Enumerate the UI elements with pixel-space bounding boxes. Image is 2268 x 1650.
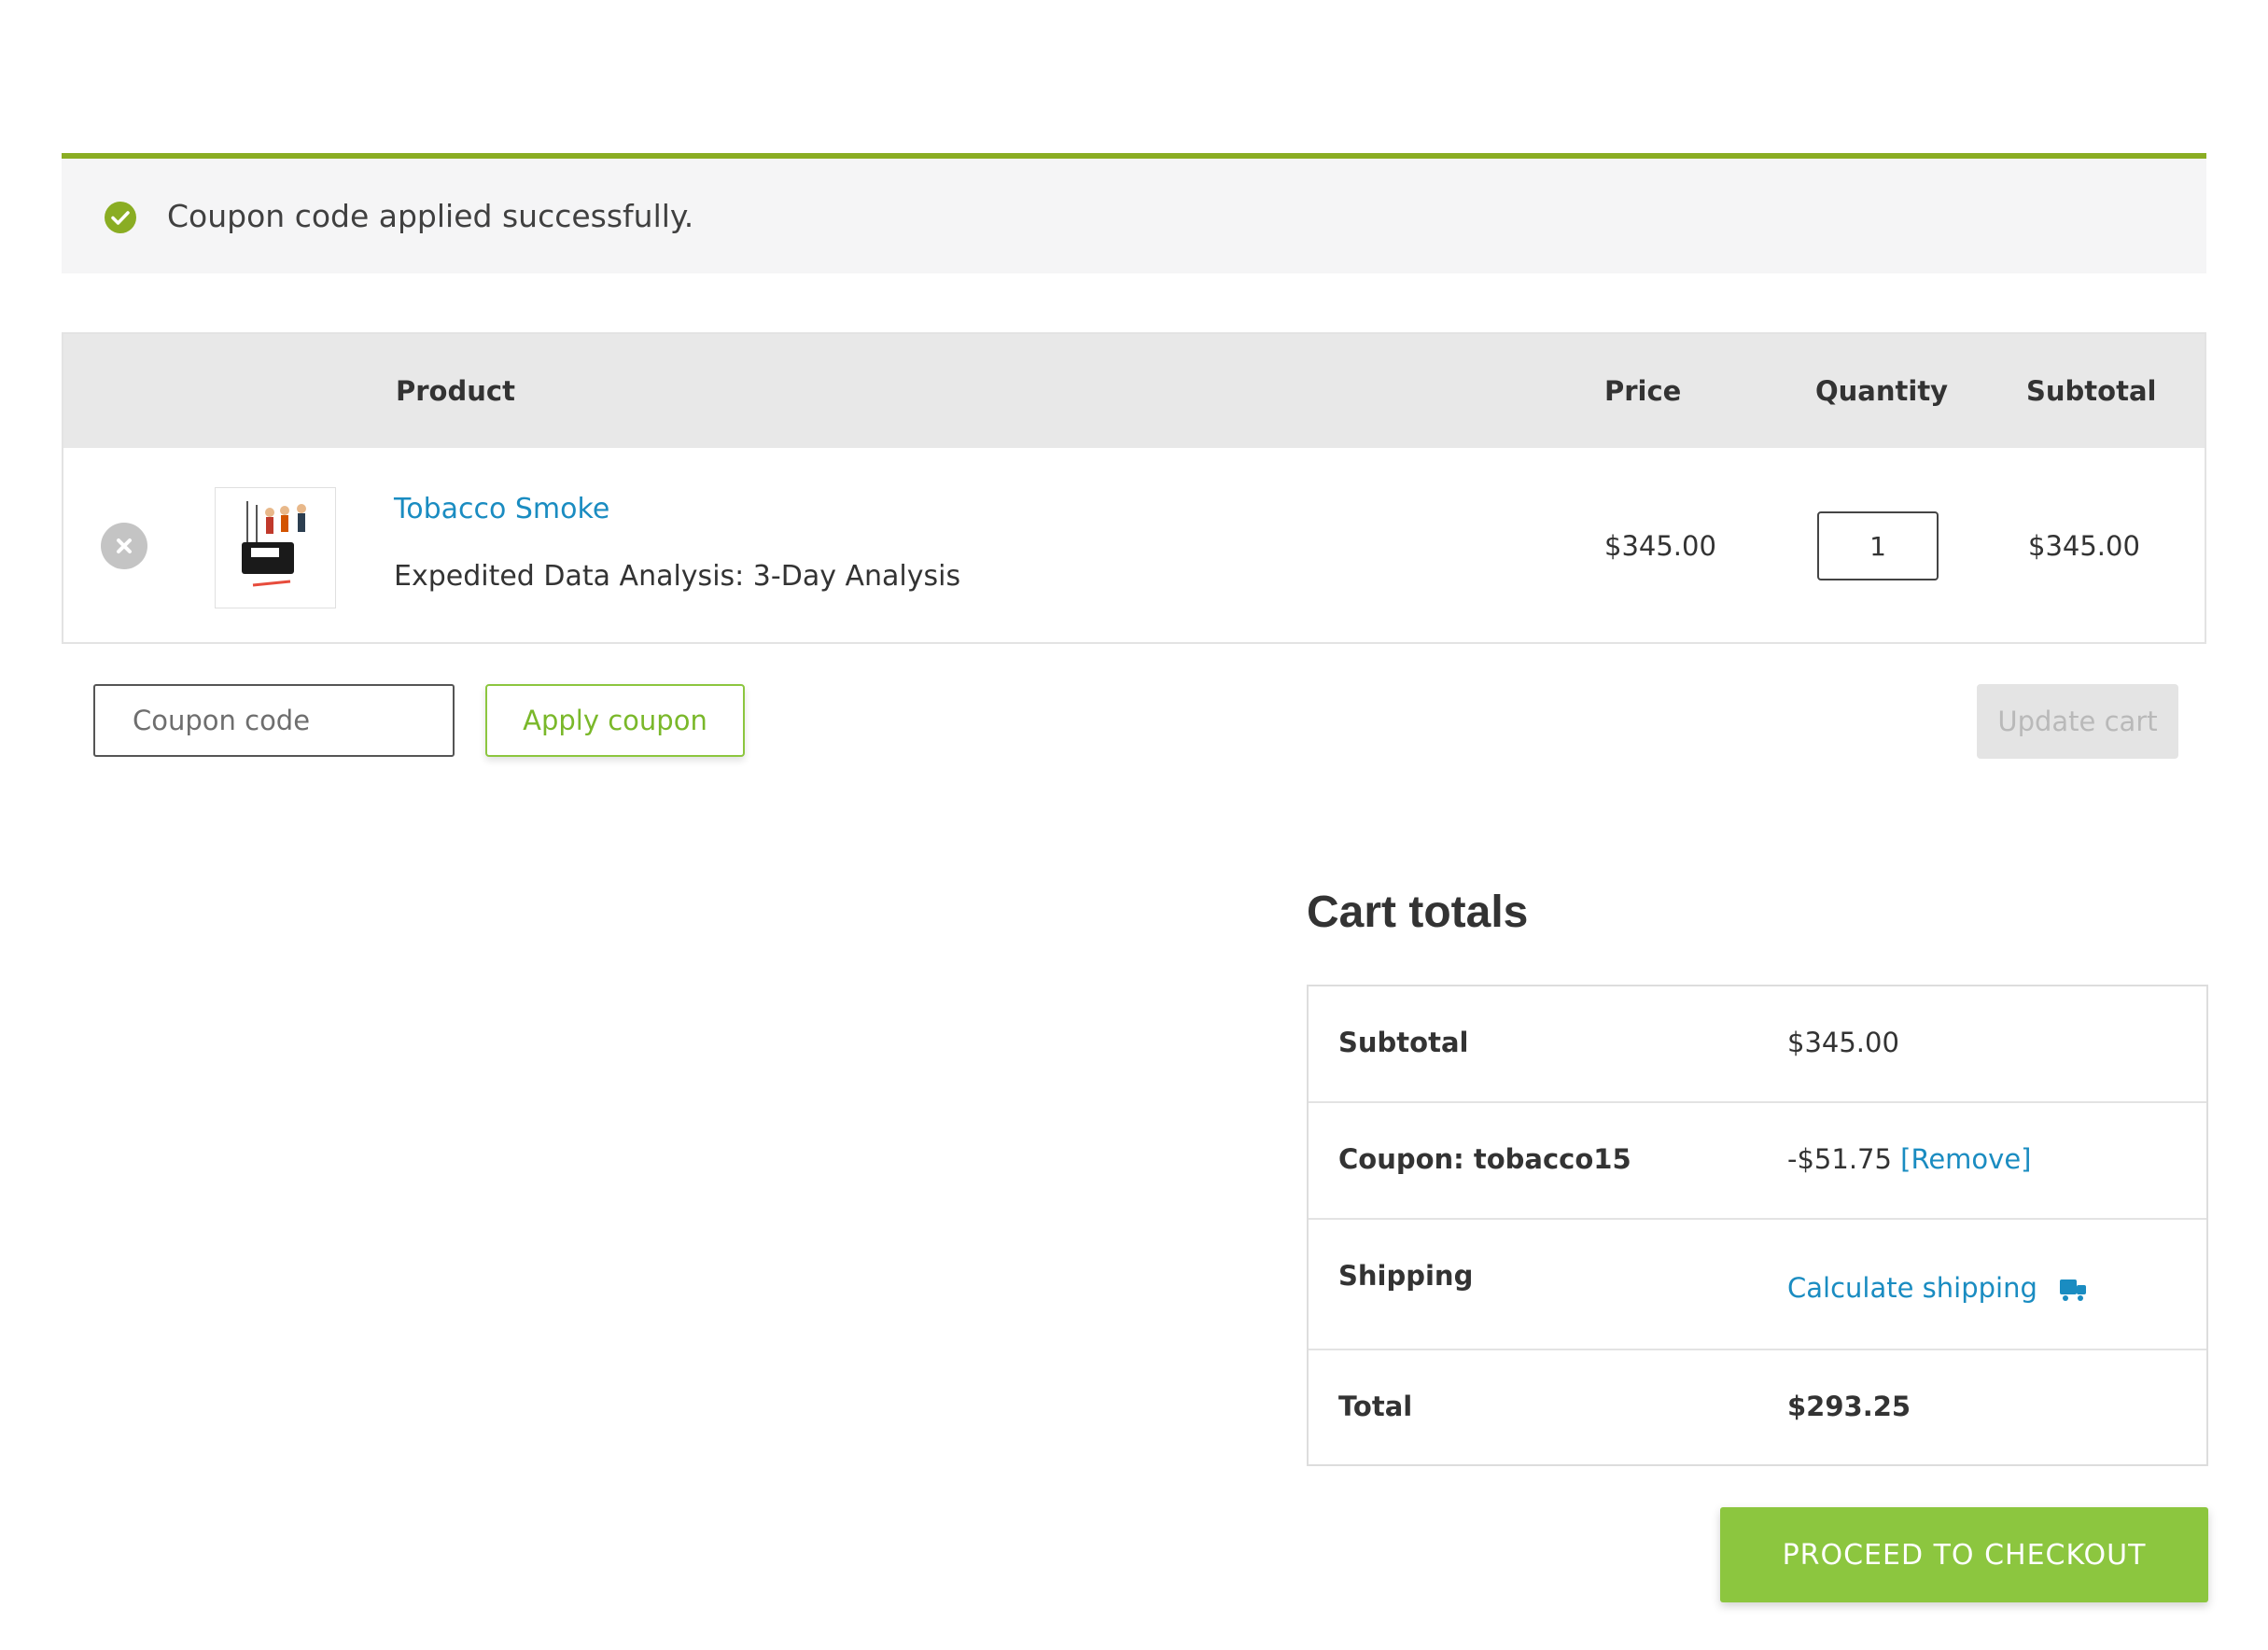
cart-totals-title: Cart totals — [1307, 888, 1529, 937]
header-price: Price — [1604, 375, 1682, 407]
remove-item-button[interactable] — [101, 523, 147, 569]
success-notice: Coupon code applied successfully. — [62, 153, 2206, 273]
coupon-discount: -$51.75 — [1787, 1143, 1892, 1175]
subtotal-label: Subtotal — [1338, 1027, 1469, 1058]
remove-coupon-link[interactable]: [Remove] — [1900, 1143, 2031, 1175]
total-value: $293.25 — [1787, 1391, 1911, 1422]
quantity-input[interactable] — [1817, 511, 1939, 580]
notice-message: Coupon code applied successfully. — [167, 198, 694, 234]
cart-table-header: Product Price Quantity Subtotal — [63, 334, 2205, 448]
totals-row-subtotal: Subtotal $345.00 — [1309, 986, 2206, 1103]
cart-table: Product Price Quantity Subtotal Tobacco … — [62, 332, 2206, 644]
check-circle-icon — [105, 202, 136, 233]
header-quantity: Quantity — [1815, 375, 1949, 407]
header-subtotal: Subtotal — [2026, 375, 2157, 407]
totals-row-total: Total $293.25 — [1309, 1350, 2206, 1466]
total-label: Total — [1338, 1391, 1413, 1422]
shipping-value-wrap: Calculate shipping — [1787, 1272, 2087, 1304]
calculate-shipping-link[interactable]: Calculate shipping — [1787, 1272, 2037, 1304]
truck-icon[interactable] — [2059, 1278, 2087, 1302]
shipping-label: Shipping — [1338, 1260, 1474, 1292]
product-variation: Expedited Data Analysis: 3-Day Analysis — [394, 560, 961, 593]
update-cart-button[interactable]: Update cart — [1977, 684, 2178, 759]
apply-coupon-button[interactable]: Apply coupon — [485, 684, 745, 757]
cart-totals-table: Subtotal $345.00 Coupon: tobacco15 -$51.… — [1307, 985, 2208, 1466]
coupon-amount-wrap: -$51.75 [Remove] — [1787, 1143, 2031, 1175]
item-price: $345.00 — [1604, 530, 1716, 562]
coupon-code-input[interactable] — [93, 684, 455, 757]
product-image — [242, 501, 306, 587]
totals-row-shipping: Shipping Calculate shipping — [1309, 1220, 2206, 1350]
proceed-to-checkout-button[interactable]: PROCEED TO CHECKOUT — [1720, 1507, 2208, 1602]
totals-row-coupon: Coupon: tobacco15 -$51.75 [Remove] — [1309, 1103, 2206, 1220]
coupon-label: Coupon: tobacco15 — [1338, 1143, 1631, 1175]
subtotal-value: $345.00 — [1787, 1027, 1899, 1058]
close-icon — [117, 538, 132, 553]
product-thumbnail[interactable] — [215, 487, 336, 608]
header-product: Product — [396, 375, 515, 407]
product-name-link[interactable]: Tobacco Smoke — [394, 493, 609, 525]
cart-page: Coupon code applied successfully. Produc… — [0, 0, 2268, 1650]
item-subtotal: $345.00 — [2028, 530, 2140, 562]
